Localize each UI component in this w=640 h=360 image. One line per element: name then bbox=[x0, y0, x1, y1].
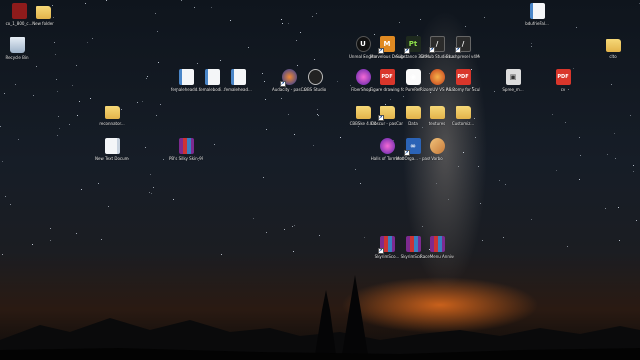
desktop-icon-label: Customiz... bbox=[451, 121, 475, 126]
desktop-icon-ntd[interactable]: New Text Document.... bbox=[95, 138, 129, 161]
desktop[interactable]: co_1_800_c... New folder Recycle Bin reconn… bbox=[0, 0, 640, 360]
folder-icon bbox=[605, 39, 621, 52]
shortcut-arrow-icon: ↗ bbox=[377, 115, 384, 121]
desktop-icon-label: reconnator... bbox=[99, 121, 125, 126]
desktop-icon-label: New folder bbox=[32, 21, 54, 26]
desktop-icon-label: RaceMenu Anniversary... bbox=[420, 254, 454, 259]
desktop-icon-obs[interactable]: OBS Studio bbox=[298, 69, 332, 92]
desktop-icon-label: New Text Document.... bbox=[95, 156, 129, 161]
desktop-icon-label: Anatomy for Sculptors... bbox=[446, 87, 480, 92]
folder-icon bbox=[104, 106, 120, 119]
shortcut-arrow-icon: ↗ bbox=[279, 81, 286, 87]
red-icon bbox=[11, 3, 27, 19]
shortcut-arrow-icon: ↗ bbox=[454, 47, 461, 53]
cube-icon: ▣ bbox=[505, 69, 521, 85]
orange-icon: M ↗ bbox=[377, 36, 395, 54]
desktop-icon-brush[interactable]: Varbo bbox=[420, 138, 454, 161]
purple-icon bbox=[379, 138, 395, 154]
desktop-icon-label: cv bbox=[560, 87, 566, 92]
desktop-icon-cv[interactable]: PDF cv bbox=[546, 69, 580, 92]
icon-glyph: Pt bbox=[408, 40, 418, 48]
rar-icon: ↗ bbox=[377, 236, 395, 254]
shortcut-arrow-icon: ↗ bbox=[403, 150, 410, 156]
desktop-icon-blue[interactable]: bdufrieFal... bbox=[520, 3, 554, 26]
pdf-icon: PDF bbox=[555, 69, 571, 85]
shortcut-arrow-icon: ↗ bbox=[428, 47, 435, 53]
desktop-icon-label: clto bbox=[609, 54, 617, 59]
desktop-icon-label: Spree_m... bbox=[502, 87, 524, 92]
white-icon: ◉ bbox=[405, 69, 421, 85]
desktop-icon-sky1[interactable]: PB's Silky Skin-9938-1-... bbox=[169, 138, 203, 161]
icon-glyph: / bbox=[435, 40, 439, 48]
fire-icon bbox=[429, 69, 445, 85]
recycle-icon bbox=[9, 37, 25, 53]
green-icon: Pt ↗ bbox=[403, 36, 421, 54]
desktop-icon-rb[interactable]: Recycle Bin bbox=[0, 37, 34, 60]
icon-glyph: PDF bbox=[381, 74, 393, 80]
rar-icon bbox=[178, 138, 194, 154]
obs-icon bbox=[307, 69, 323, 85]
desktop-icon-label: OBS Studio bbox=[303, 87, 327, 92]
pdf-icon: PDF bbox=[379, 69, 395, 85]
icon-glyph: PDF bbox=[557, 74, 569, 80]
shortcut-arrow-icon: ↗ bbox=[377, 48, 384, 54]
folder-icon bbox=[429, 106, 445, 119]
desktop-icon-cust[interactable]: Customiz... bbox=[446, 103, 480, 126]
desktop-icon-nf[interactable]: New folder bbox=[26, 3, 60, 26]
desktop-icon-bp[interactable]: /↗Brushpresel v4Mod... bbox=[446, 36, 480, 59]
desktop-icon-clo[interactable]: clto bbox=[596, 36, 630, 59]
desktop-icon-label: PB's Silky Skin-9938-1-... bbox=[169, 156, 203, 161]
black-icon: U bbox=[355, 36, 371, 52]
folder-icon bbox=[35, 6, 51, 19]
purple-icon bbox=[355, 69, 371, 85]
dark-icon: / ↗ bbox=[428, 36, 445, 53]
desktop-icon-race[interactable]: RaceMenu Anniversary... bbox=[420, 236, 454, 259]
rar-icon bbox=[429, 236, 445, 252]
docblue-icon bbox=[204, 69, 220, 85]
dark-icon: / ↗ bbox=[454, 36, 471, 53]
icon-glyph: ◉ bbox=[409, 73, 417, 81]
docblue-icon bbox=[230, 69, 246, 85]
brush-icon bbox=[429, 138, 445, 154]
desktop-icon-label: bdufrieFal... bbox=[525, 21, 549, 26]
blue-icon: ∞ ↗ bbox=[403, 138, 421, 156]
doc-icon bbox=[104, 138, 120, 154]
audacity-icon: ↗ bbox=[279, 69, 297, 87]
desktop-icon-rec[interactable]: reconnator... bbox=[95, 103, 129, 126]
rar-icon bbox=[405, 236, 421, 252]
mountain-silhouette bbox=[0, 275, 640, 360]
icon-glyph: PDF bbox=[457, 74, 469, 80]
desktop-icon-label: Brushpresel v4Mod... bbox=[446, 54, 480, 59]
docblue-icon bbox=[529, 3, 545, 19]
folder-icon bbox=[455, 106, 471, 119]
folder-icon bbox=[405, 106, 421, 119]
docblue-icon bbox=[178, 69, 194, 85]
pdf-icon: PDF bbox=[455, 69, 471, 85]
desktop-icon-label: Recycle Bin bbox=[5, 55, 29, 60]
folder-icon bbox=[355, 106, 371, 119]
icon-glyph: M bbox=[383, 40, 391, 48]
shortcut-arrow-icon: ↗ bbox=[377, 248, 384, 254]
icon-glyph: U bbox=[360, 40, 366, 48]
shortcut-arrow-icon: ↗ bbox=[403, 48, 410, 54]
icon-glyph: ▣ bbox=[509, 73, 517, 81]
desktop-icon-spree[interactable]: ▣ Spree_m... bbox=[496, 69, 530, 92]
desktop-icon-ana[interactable]: PDF Anatomy for Sculptors... bbox=[446, 69, 480, 92]
folder-icon: ↗ bbox=[377, 106, 395, 121]
icon-glyph: / bbox=[461, 40, 465, 48]
desktop-icon-label: femalehead... bbox=[224, 87, 252, 92]
icon-glyph: ∞ bbox=[410, 142, 416, 150]
desktop-icon-fem3[interactable]: femalehead... bbox=[221, 69, 255, 92]
desktop-icon-label: Varbo bbox=[431, 156, 443, 161]
